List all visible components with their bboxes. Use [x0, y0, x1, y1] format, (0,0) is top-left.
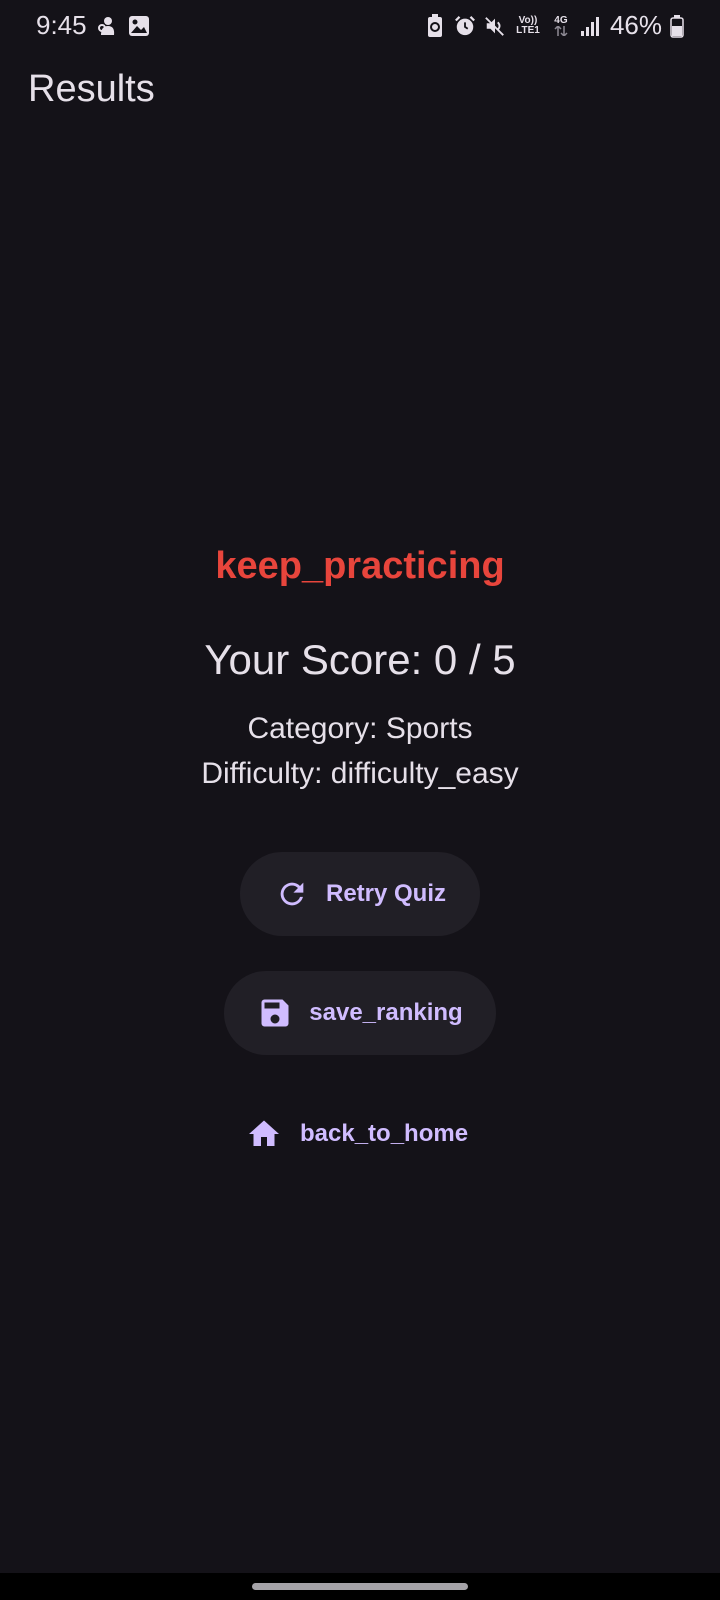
signal-icon — [580, 14, 602, 38]
result-headline: keep_practicing — [215, 545, 505, 587]
navigation-bar — [0, 1573, 720, 1600]
volte-bottom-text: LTE1 — [516, 24, 540, 36]
retry-quiz-label: Retry Quiz — [325, 880, 447, 907]
score-text: Your Score: 0 / 5 — [204, 636, 516, 683]
status-left-icons — [96, 14, 150, 38]
alarm-icon — [454, 14, 476, 38]
back-to-home-button[interactable]: back_to_home — [246, 1112, 468, 1156]
mute-icon — [484, 14, 506, 38]
category-text: Category: Sports — [247, 712, 473, 745]
refresh-icon — [274, 876, 310, 912]
difficulty-text: Difficulty: difficulty_easy — [201, 757, 519, 790]
save-icon — [257, 995, 293, 1031]
battery-percent: 46% — [609, 10, 662, 40]
volte-icon: Vo)) LTE1 — [514, 14, 542, 38]
notification-icon — [96, 14, 118, 38]
volte-top-text: Vo)) — [518, 14, 538, 26]
retry-quiz-button[interactable]: Retry Quiz — [240, 852, 480, 936]
home-icon — [246, 1116, 282, 1152]
back-to-home-label: back_to_home — [300, 1120, 469, 1147]
save-ranking-button[interactable]: save_ranking — [224, 971, 496, 1055]
status-right-icons: Vo)) LTE1 4G 46% — [424, 10, 684, 41]
gesture-handle[interactable] — [252, 1583, 468, 1590]
battery-icon — [670, 14, 684, 38]
page-title: Results — [28, 68, 155, 110]
status-time: 9:45 — [36, 10, 87, 40]
status-bar: 9:45 Vo)) LTE1 4G 46% — [0, 0, 720, 52]
results-screen: 9:45 Vo)) LTE1 4G 46% Results keep_pract… — [0, 0, 720, 1600]
network-type-icon: 4G — [550, 14, 572, 38]
battery-saver-icon — [424, 13, 446, 38]
image-icon — [128, 14, 150, 38]
network-type-text: 4G — [554, 14, 568, 26]
save-ranking-label: save_ranking — [309, 999, 463, 1026]
